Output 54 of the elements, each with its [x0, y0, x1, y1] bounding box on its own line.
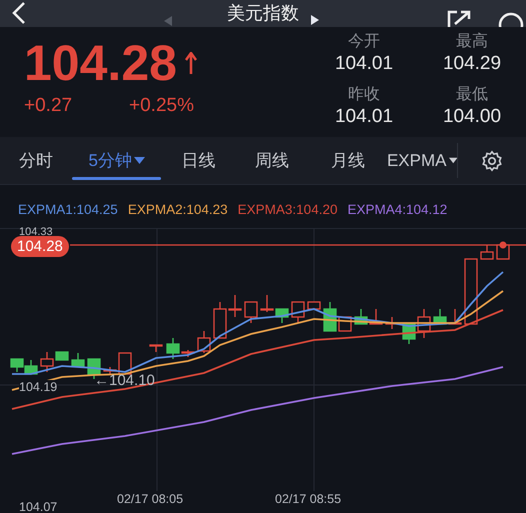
current-price: 104.28: [24, 35, 177, 91]
period-tab[interactable]: 月线: [309, 137, 387, 184]
indicator-legend: EXPMA2:104.23: [128, 202, 228, 217]
candle: [433, 309, 447, 325]
indicator-legend: EXPMA1:104.25: [18, 202, 118, 217]
stat-value: 104.29: [442, 52, 502, 76]
candle: [369, 309, 383, 325]
candle: [244, 301, 258, 323]
candle: [10, 358, 24, 372]
low-marker: ←104.10: [94, 372, 155, 389]
axis-label: 104.19: [19, 380, 58, 394]
indicator-legend: EXPMA4:104.12: [347, 202, 448, 217]
candle: [354, 309, 368, 325]
candle: [260, 295, 274, 312]
candle: [464, 258, 478, 325]
stat-value: 104.01: [334, 52, 394, 76]
stat-label: 今开: [348, 32, 380, 52]
current-price-badge: 104.28: [11, 236, 69, 257]
stat-label: 最低: [456, 84, 488, 104]
stat-label: 最高: [456, 32, 488, 52]
period-tab[interactable]: EXPMA: [386, 137, 457, 184]
period-tab[interactable]: 日线: [161, 137, 236, 184]
stat-label: 昨收: [348, 84, 380, 104]
stat-value: 104.00: [442, 104, 502, 128]
period-tab[interactable]: 周线: [235, 137, 310, 184]
candle: [307, 301, 321, 310]
candle: [71, 353, 85, 367]
ring-icon[interactable]: [497, 11, 525, 27]
time-label: 02/17 08:55: [275, 492, 342, 506]
period-tab[interactable]: 5分钟: [72, 137, 162, 184]
candle: [291, 301, 305, 323]
candle: [417, 309, 431, 338]
last-price-dot: [500, 242, 506, 248]
candle: [24, 360, 38, 375]
page-title: 美元指数: [227, 2, 299, 25]
share-icon[interactable]: [447, 10, 473, 27]
stat-value: 104.01: [334, 104, 394, 128]
candle: [480, 245, 494, 260]
time-label: 02/17 08:05: [117, 492, 184, 506]
candle: [275, 308, 289, 323]
percent-change: +0.25%: [129, 95, 194, 117]
candle: [448, 309, 462, 325]
candle: [197, 331, 211, 353]
indicator-legend: EXPMA3:104.20: [238, 202, 338, 217]
price-change: +0.27: [24, 95, 74, 117]
candle: [496, 244, 510, 260]
next-icon[interactable]: [311, 15, 319, 25]
period-tab[interactable]: 分时: [0, 137, 72, 184]
candle: [402, 323, 416, 344]
axis-label: 104.33: [19, 226, 53, 238]
candle: [149, 344, 163, 352]
axis-label: 104.07: [19, 500, 58, 513]
settings-icon: [480, 150, 503, 172]
back-icon[interactable]: [11, 2, 27, 24]
